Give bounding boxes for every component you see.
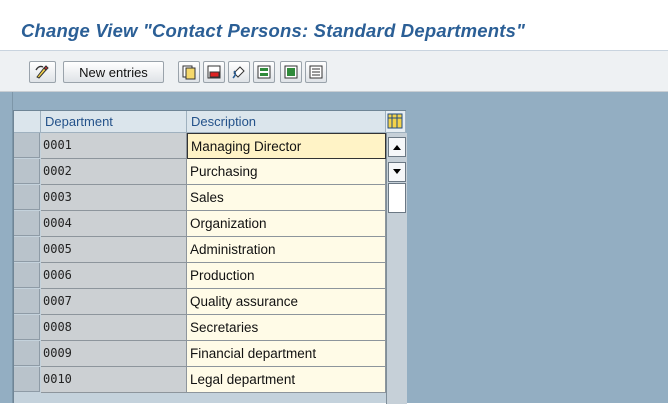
department-cell[interactable]: 0006: [41, 263, 187, 289]
table-row: 0001 Managing Director: [14, 133, 386, 159]
scroll-up-button[interactable]: [388, 137, 406, 157]
deselect-all-icon: [309, 65, 323, 79]
undo-change-icon: [232, 66, 245, 79]
department-cell[interactable]: 0009: [41, 341, 187, 367]
description-input[interactable]: Sales: [187, 185, 386, 211]
department-cell[interactable]: 0002: [41, 159, 187, 185]
description-input[interactable]: Organization: [187, 211, 386, 237]
scroll-thumb[interactable]: [388, 183, 406, 213]
department-cell[interactable]: 0001: [41, 133, 187, 159]
column-header-department[interactable]: Department: [41, 111, 187, 133]
table-row: 0002 Purchasing: [14, 159, 386, 185]
description-input[interactable]: Administration: [187, 237, 386, 263]
copy-icon: [182, 65, 196, 80]
table-row: 0005 Administration: [14, 237, 386, 263]
table-row: 0010 Legal department: [14, 367, 386, 393]
row-selector[interactable]: [14, 263, 40, 288]
description-input[interactable]: Production: [187, 263, 386, 289]
delete-icon: [207, 65, 221, 79]
row-selector[interactable]: [14, 315, 40, 340]
table-settings-icon: [387, 113, 403, 129]
new-entries-button[interactable]: New entries: [63, 61, 164, 83]
left-gutter: [0, 92, 13, 403]
row-selector[interactable]: [14, 185, 40, 210]
new-entries-label: New entries: [79, 64, 148, 80]
department-cell[interactable]: 0004: [41, 211, 187, 237]
page-title: Change View "Contact Persons: Standard D…: [21, 20, 526, 41]
department-cell[interactable]: 0008: [41, 315, 187, 341]
application-toolbar: New entries: [0, 51, 668, 92]
vertical-scrollbar[interactable]: [386, 133, 407, 404]
arrow-up-icon: [393, 145, 401, 150]
row-selector[interactable]: [14, 289, 40, 314]
toggle-display-change-icon: [34, 65, 49, 79]
select-all-icon: [257, 65, 271, 79]
department-cell[interactable]: 0007: [41, 289, 187, 315]
description-input[interactable]: Purchasing: [187, 159, 386, 185]
department-cell[interactable]: 0005: [41, 237, 187, 263]
table-settings-button[interactable]: [386, 111, 406, 133]
title-bar: Change View "Contact Persons: Standard D…: [0, 0, 668, 51]
department-cell[interactable]: 0003: [41, 185, 187, 211]
select-all-rows-header[interactable]: [14, 111, 41, 133]
select-block-icon: [284, 65, 298, 79]
description-input[interactable]: Managing Director: [187, 133, 386, 159]
table-row: 0003 Sales: [14, 185, 386, 211]
row-selector[interactable]: [14, 159, 40, 184]
description-input[interactable]: Secretaries: [187, 315, 386, 341]
table-control: Department Description 0001 Managing Dire…: [13, 110, 407, 404]
table-row: 0008 Secretaries: [14, 315, 386, 341]
table-row: 0007 Quality assurance: [14, 289, 386, 315]
table-row: 0004 Organization: [14, 211, 386, 237]
row-selector[interactable]: [14, 341, 40, 366]
row-selector[interactable]: [14, 133, 40, 158]
description-input[interactable]: Quality assurance: [187, 289, 386, 315]
toggle-display-change-button[interactable]: [29, 61, 56, 83]
select-all-button[interactable]: [253, 61, 275, 83]
arrow-down-icon: [393, 169, 401, 174]
department-cell[interactable]: 0010: [41, 367, 187, 393]
row-selector[interactable]: [14, 211, 40, 236]
row-selector[interactable]: [14, 367, 40, 392]
table-row: 0006 Production: [14, 263, 386, 289]
undo-change-button[interactable]: [228, 61, 250, 83]
select-block-button[interactable]: [280, 61, 302, 83]
deselect-all-button[interactable]: [305, 61, 327, 83]
delete-button[interactable]: [203, 61, 225, 83]
scroll-down-button[interactable]: [388, 162, 406, 182]
description-input[interactable]: Financial department: [187, 341, 386, 367]
table-row: 0009 Financial department: [14, 341, 386, 367]
column-header-description[interactable]: Description: [187, 111, 386, 133]
copy-as-button[interactable]: [178, 61, 200, 83]
description-input[interactable]: Legal department: [187, 367, 386, 393]
row-selector[interactable]: [14, 237, 40, 262]
